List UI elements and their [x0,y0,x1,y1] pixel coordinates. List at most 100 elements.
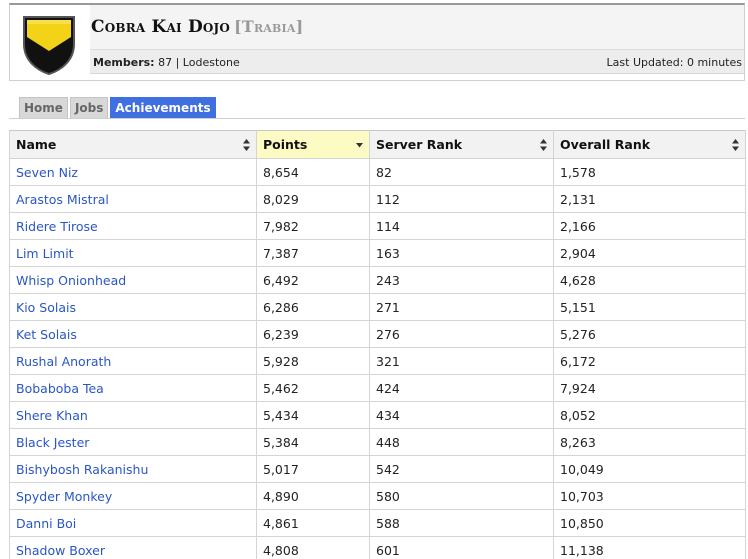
tab-bar: Home Jobs Achievements [19,97,216,118]
cell-name: Bobaboba Tea [9,374,257,402]
column-header-label: Name [16,137,57,152]
cell-overall-rank: 6,172 [553,347,746,375]
cell-overall-rank: 5,151 [553,293,746,321]
column-header-name[interactable]: Name [9,130,257,159]
table-row: Shadow Boxer 4,808 601 11,138 [9,536,746,559]
sort-arrows-icon [732,139,739,151]
title-row: Cobra Kai Dojo [Trabia] [90,5,744,50]
cell-overall-rank: 10,850 [553,509,746,537]
table-row: Whisp Onionhead 6,492 243 4,628 [9,266,746,294]
cell-name: Shere Khan [9,401,257,429]
column-header-points[interactable]: Points [256,130,370,159]
table-row: Bishybosh Rakanishu 5,017 542 10,049 [9,455,746,483]
cell-overall-rank: 8,052 [553,401,746,429]
cell-server-rank: 448 [369,428,554,456]
cell-points: 7,387 [256,239,370,267]
cell-overall-rank: 10,703 [553,482,746,510]
cell-server-rank: 271 [369,293,554,321]
member-link[interactable]: Seven Niz [16,165,78,180]
linkshell-title: Cobra Kai Dojo [Trabia] [91,17,303,37]
info-row: Members: 87 | Lodestone Last Updated: 0 … [90,50,744,74]
cell-points: 6,286 [256,293,370,321]
cell-name: Ridere Tirose [9,212,257,240]
cell-points: 5,434 [256,401,370,429]
cell-server-rank: 276 [369,320,554,348]
cell-points: 7,982 [256,212,370,240]
table-row: Ket Solais 6,239 276 5,276 [9,320,746,348]
members-count: 87 [158,56,173,69]
cell-points: 8,029 [256,185,370,213]
member-link[interactable]: Rushal Anorath [16,354,111,369]
cell-overall-rank: 11,138 [553,536,746,559]
column-header-label: Server Rank [376,137,463,152]
member-link[interactable]: Shere Khan [16,408,88,423]
member-link[interactable]: Arastos Mistral [16,192,109,207]
page: Cobra Kai Dojo [Trabia] Members: 87 | Lod… [0,0,748,559]
achievements-table-wrap: Name Points Server Rank Overall Rank Sev… [9,130,746,559]
cell-name: Black Jester [9,428,257,456]
table-row: Shere Khan 5,434 434 8,052 [9,401,746,429]
cell-name: Spyder Monkey [9,482,257,510]
cell-name: Seven Niz [9,158,257,186]
cell-server-rank: 321 [369,347,554,375]
cell-points: 5,928 [256,347,370,375]
table-row: Kio Solais 6,286 271 5,151 [9,293,746,321]
tab-achievements[interactable]: Achievements [110,97,216,118]
sort-desc-icon [356,143,363,148]
cell-points: 5,384 [256,428,370,456]
cell-name: Shadow Boxer [9,536,257,559]
member-link[interactable]: Black Jester [16,435,89,450]
column-header-server-rank[interactable]: Server Rank [369,130,554,159]
tab-jobs[interactable]: Jobs [69,97,109,118]
member-link[interactable]: Lim Limit [16,246,74,261]
tab-home[interactable]: Home [19,97,68,118]
cell-points: 5,017 [256,455,370,483]
cell-name: Bishybosh Rakanishu [9,455,257,483]
linkshell-crest-icon [23,16,75,76]
cell-points: 6,492 [256,266,370,294]
table-row: Black Jester 5,384 448 8,263 [9,428,746,456]
cell-points: 4,890 [256,482,370,510]
server-name: [Trabia] [234,17,304,36]
member-link[interactable]: Spyder Monkey [16,489,112,504]
member-link[interactable]: Bobaboba Tea [16,381,104,396]
cell-overall-rank: 7,924 [553,374,746,402]
cell-name: Arastos Mistral [9,185,257,213]
table-row: Ridere Tirose 7,982 114 2,166 [9,212,746,240]
linkshell-name: Cobra Kai Dojo [91,17,231,37]
table-row: Arastos Mistral 8,029 112 2,131 [9,185,746,213]
member-link[interactable]: Shadow Boxer [16,543,105,558]
member-link[interactable]: Kio Solais [16,300,76,315]
cell-overall-rank: 10,049 [553,455,746,483]
last-updated: Last Updated: 0 minutes [606,56,742,69]
member-link[interactable]: Bishybosh Rakanishu [16,462,148,477]
member-link[interactable]: Whisp Onionhead [16,273,126,288]
cell-points: 6,239 [256,320,370,348]
cell-overall-rank: 2,904 [553,239,746,267]
cell-overall-rank: 8,263 [553,428,746,456]
column-header-label: Points [263,137,308,152]
table-row: Seven Niz 8,654 82 1,578 [9,158,746,186]
cell-overall-rank: 4,628 [553,266,746,294]
cell-server-rank: 588 [369,509,554,537]
linkshell-header: Cobra Kai Dojo [Trabia] Members: 87 | Lod… [9,3,745,81]
column-header-label: Overall Rank [560,137,651,152]
cell-server-rank: 542 [369,455,554,483]
member-link[interactable]: Danni Boi [16,516,76,531]
cell-overall-rank: 5,276 [553,320,746,348]
cell-points: 8,654 [256,158,370,186]
member-link[interactable]: Ket Solais [16,327,77,342]
column-header-overall-rank[interactable]: Overall Rank [553,130,746,159]
cell-points: 4,861 [256,509,370,537]
cell-name: Rushal Anorath [9,347,257,375]
cell-server-rank: 434 [369,401,554,429]
member-link[interactable]: Ridere Tirose [16,219,98,234]
cell-overall-rank: 2,131 [553,185,746,213]
cell-server-rank: 82 [369,158,554,186]
cell-server-rank: 163 [369,239,554,267]
cell-overall-rank: 1,578 [553,158,746,186]
table-row: Bobaboba Tea 5,462 424 7,924 [9,374,746,402]
info-separator: | [175,56,180,69]
cell-overall-rank: 2,166 [553,212,746,240]
sort-arrows-icon [243,139,250,151]
